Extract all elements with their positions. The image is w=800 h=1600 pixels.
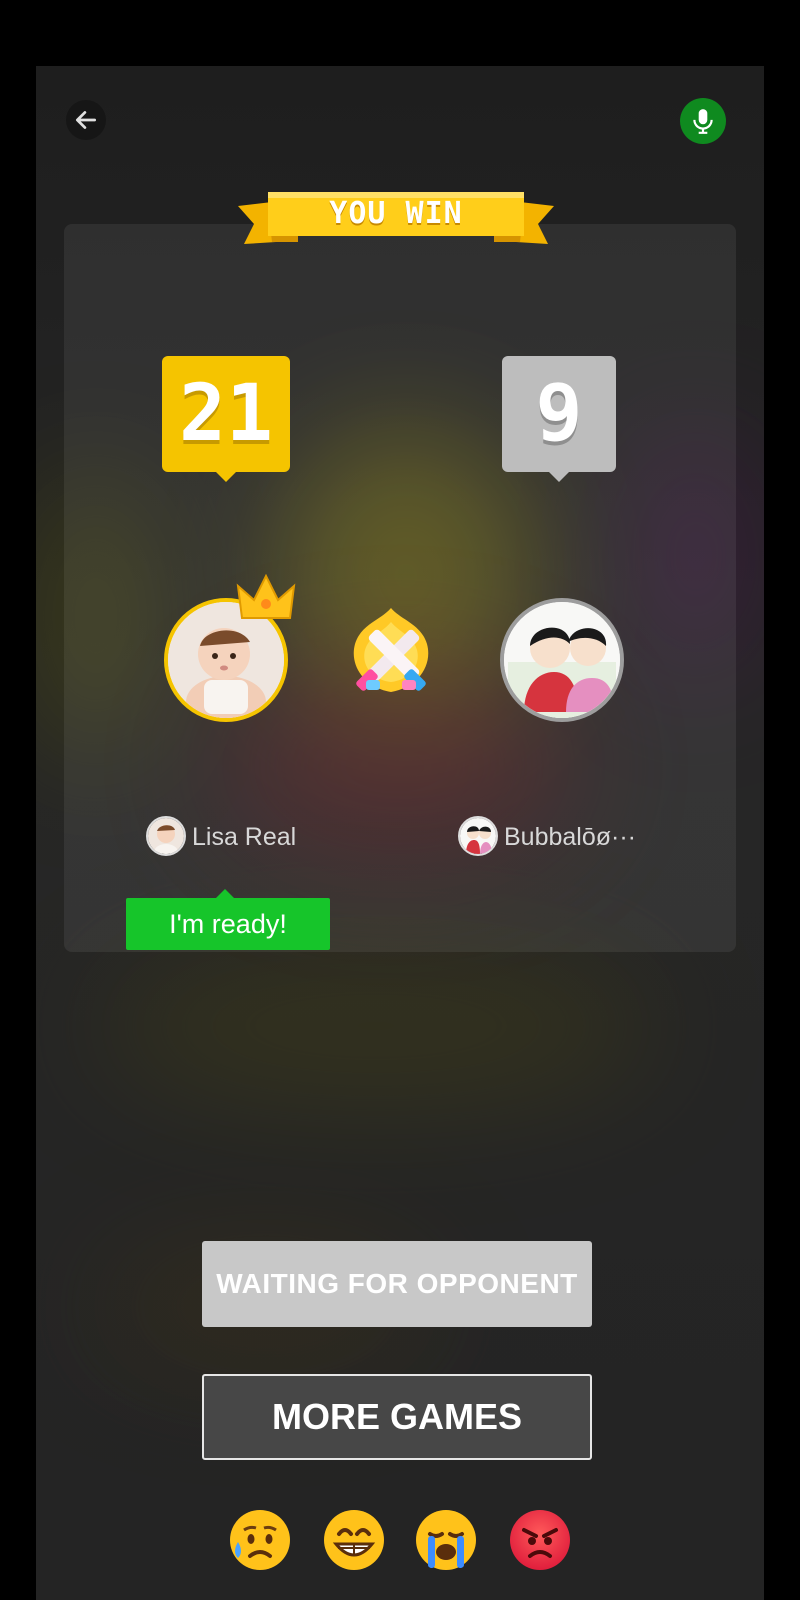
game-result-screen: YOU WIN 21 9 Lisa Real Bubbalōø··· I'm r… xyxy=(36,66,764,1600)
cartoon-couple-icon xyxy=(504,602,620,718)
player1-name: Lisa Real xyxy=(192,823,297,851)
crying-emoji[interactable] xyxy=(414,1508,478,1572)
crossed-swords-icon xyxy=(353,608,429,692)
arrow-left-icon xyxy=(75,111,97,129)
background-blur xyxy=(96,946,656,1106)
more-games-button[interactable]: MORE GAMES xyxy=(202,1374,592,1460)
sad-sweat-emoji[interactable] xyxy=(228,1508,292,1572)
result-banner: YOU WIN xyxy=(238,190,554,248)
player2-score: 9 xyxy=(502,356,616,482)
player1-score: 21 xyxy=(162,356,290,482)
angry-emoji[interactable] xyxy=(508,1508,572,1572)
waiting-for-opponent-button[interactable]: WAITING FOR OPPONENT xyxy=(202,1241,592,1327)
player2-mini-avatar xyxy=(458,816,498,856)
player2-avatar[interactable] xyxy=(500,598,624,722)
microphone-button[interactable] xyxy=(680,98,726,144)
grinning-emoji[interactable] xyxy=(322,1508,386,1572)
you-win-title: YOU WIN xyxy=(329,196,463,231)
crown-icon xyxy=(236,574,296,619)
player1-mini-avatar xyxy=(146,816,186,856)
ready-status-badge: I'm ready! xyxy=(126,889,330,950)
back-button[interactable] xyxy=(66,100,106,140)
player2-name: Bubbalōø··· xyxy=(504,823,636,851)
microphone-icon xyxy=(693,109,713,134)
